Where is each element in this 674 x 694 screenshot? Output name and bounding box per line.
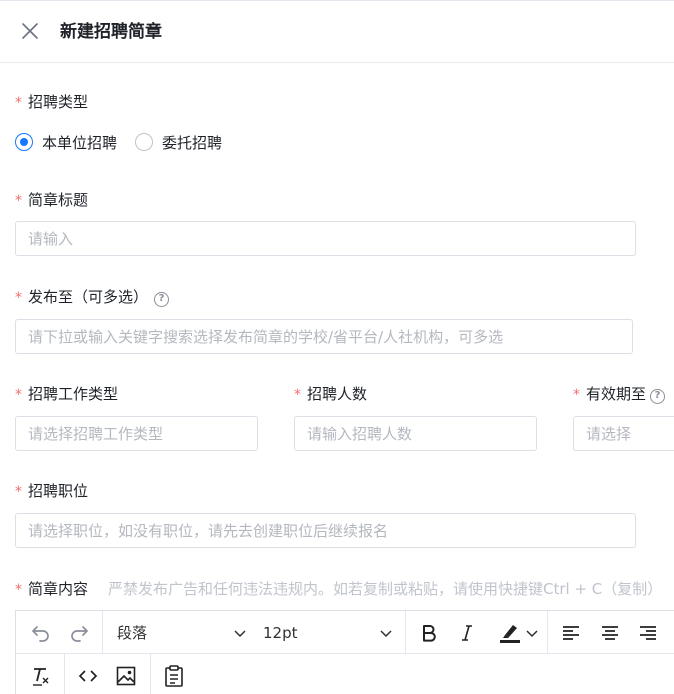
align-right-button[interactable] xyxy=(630,611,666,654)
content-hint: 严禁发布广告和任何违法违规内。如若复制或粘贴，请使用快捷键Ctrl + C（复制… xyxy=(108,580,663,598)
close-button[interactable] xyxy=(18,19,44,45)
radio-own-unit[interactable]: 本单位招聘 xyxy=(15,132,117,153)
toolbar-divider xyxy=(150,654,151,694)
radio-entrusted[interactable]: 委托招聘 xyxy=(135,132,222,153)
bold-icon xyxy=(423,624,436,642)
editor-toolbar-row xyxy=(16,654,674,694)
toolbar-divider xyxy=(64,654,65,694)
valid-until-date-picker[interactable] xyxy=(573,416,674,451)
align-center-icon xyxy=(602,625,618,640)
undo-button[interactable] xyxy=(22,611,60,654)
paste-button[interactable] xyxy=(156,654,192,694)
recruit-type-radio-group: 本单位招聘 委托招聘 xyxy=(15,131,240,153)
chevron-down-icon xyxy=(526,629,538,637)
align-left-button[interactable] xyxy=(553,611,589,654)
clear-format-button[interactable] xyxy=(22,654,60,694)
publish-to-label: * 发布至（可多选）? xyxy=(15,287,170,308)
editor-toolbar-row: 段落 12pt xyxy=(16,611,674,654)
valid-until-label: * 有效期至? xyxy=(573,384,666,405)
page-title: 新建招聘简章 xyxy=(60,22,162,42)
brief-title-label: * 简章标题 xyxy=(15,191,89,209)
insert-image-button[interactable] xyxy=(108,654,144,694)
bold-button[interactable] xyxy=(412,611,446,654)
highlight-button[interactable] xyxy=(490,611,546,654)
radio-checked-icon xyxy=(15,133,33,151)
required-mark: * xyxy=(15,95,22,111)
job-type-label: * 招聘工作类型 xyxy=(15,385,119,403)
italic-button[interactable] xyxy=(450,611,484,654)
position-label: * 招聘职位 xyxy=(15,482,89,500)
toolbar-divider xyxy=(405,611,406,654)
rich-text-editor: 段落 12pt xyxy=(15,610,674,694)
brief-title-input[interactable] xyxy=(15,221,636,256)
align-right-icon xyxy=(640,625,656,640)
publish-to-select[interactable] xyxy=(15,319,633,354)
font-size-select[interactable]: 12pt xyxy=(263,611,399,654)
recruit-type-label: * 招聘类型 xyxy=(15,93,89,111)
redo-icon xyxy=(71,625,88,642)
redo-button[interactable] xyxy=(60,611,98,654)
headcount-input[interactable] xyxy=(294,416,537,451)
content-label: * 简章内容 xyxy=(15,580,89,598)
image-icon xyxy=(116,666,136,685)
chevron-down-icon xyxy=(380,629,392,637)
headcount-label: * 招聘人数 xyxy=(294,385,368,403)
align-center-button[interactable] xyxy=(592,611,628,654)
code-icon xyxy=(78,669,98,682)
position-select[interactable] xyxy=(15,513,636,548)
highlight-icon xyxy=(500,624,520,643)
block-format-select[interactable]: 段落 xyxy=(117,611,253,654)
toolbar-divider xyxy=(547,611,548,654)
chevron-down-icon xyxy=(234,629,246,637)
radio-unchecked-icon xyxy=(135,133,154,151)
job-type-select[interactable] xyxy=(15,416,258,451)
undo-icon xyxy=(32,625,49,642)
align-left-icon xyxy=(563,625,579,640)
close-icon xyxy=(22,23,38,39)
help-icon[interactable]: ? xyxy=(650,389,666,404)
help-icon[interactable]: ? xyxy=(154,292,170,307)
paste-icon xyxy=(165,664,183,687)
code-button[interactable] xyxy=(70,654,106,694)
toolbar-divider xyxy=(102,611,103,654)
clear-format-icon xyxy=(33,667,49,686)
drawer-header: 新建招聘简章 xyxy=(0,1,674,63)
italic-icon xyxy=(462,624,472,641)
